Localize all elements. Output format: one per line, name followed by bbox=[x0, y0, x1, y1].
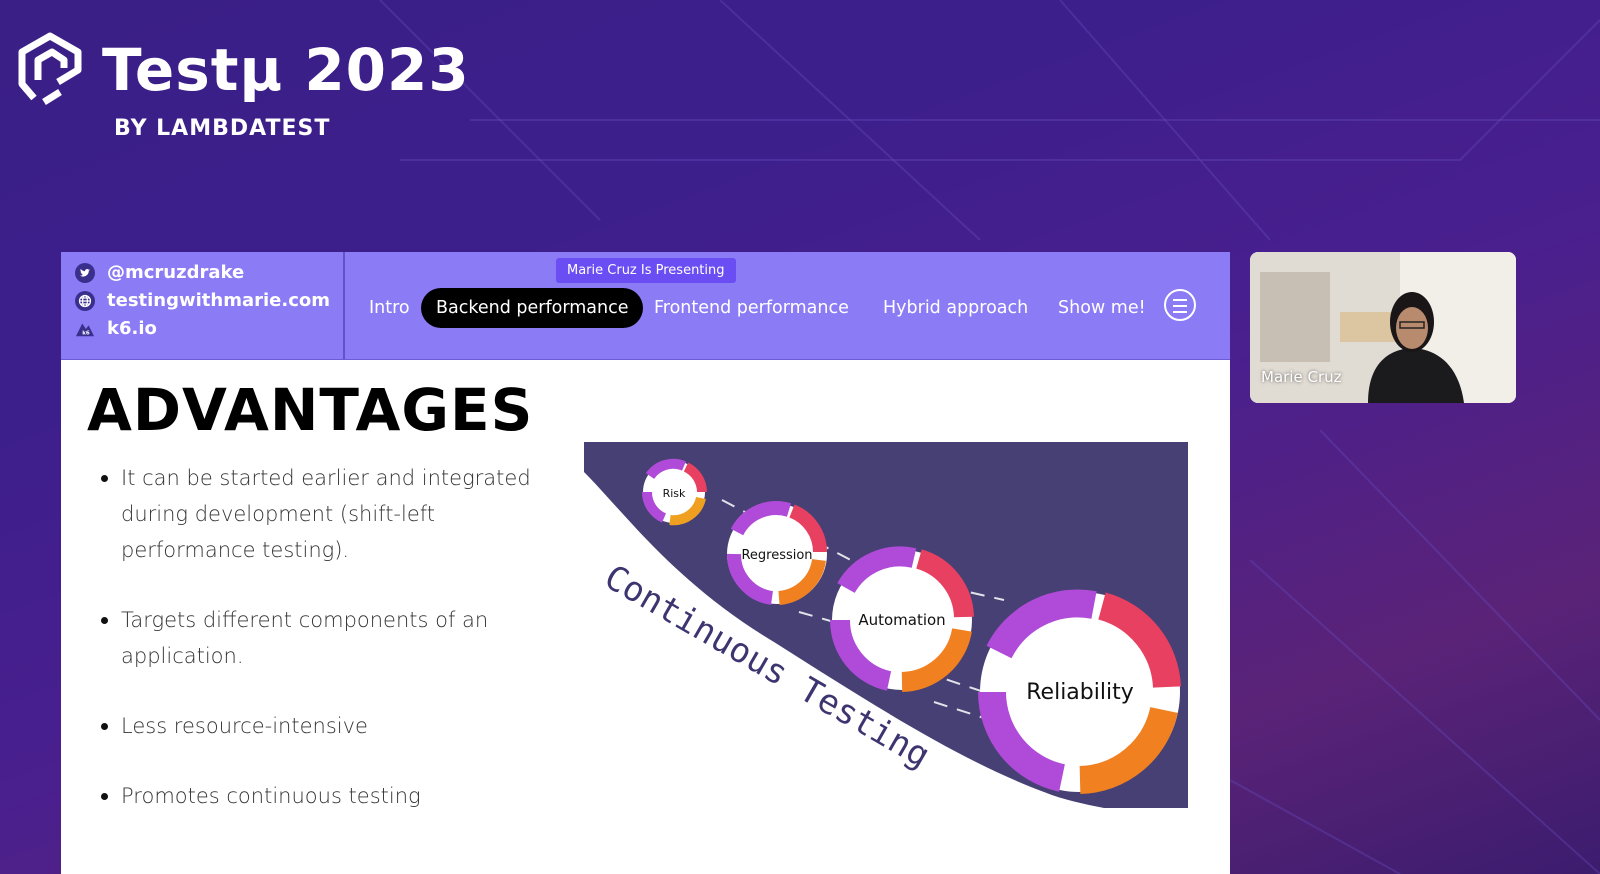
contact-twitter: @mcruzdrake bbox=[75, 262, 244, 283]
participant-video-tile[interactable]: Marie Cruz bbox=[1250, 252, 1516, 403]
contact-k6: k6 k6.io bbox=[75, 318, 157, 339]
k6-icon: k6 bbox=[75, 319, 95, 339]
nav-frontend-performance[interactable]: Frontend performance bbox=[654, 288, 849, 328]
twitter-icon bbox=[75, 262, 95, 283]
list-item: Promotes continuous testing bbox=[101, 778, 561, 814]
hamburger-menu-icon[interactable] bbox=[1164, 289, 1196, 321]
continuous-testing-illustration: Risk Regression Automation Reliability C… bbox=[584, 442, 1188, 808]
presenting-badge: Marie Cruz Is Presenting bbox=[556, 258, 736, 283]
list-item: It can be started earlier and integrated… bbox=[101, 460, 561, 568]
wheel-risk: Risk bbox=[641, 458, 707, 526]
event-title: Testμ 2023 bbox=[102, 36, 470, 104]
nav-intro[interactable]: Intro bbox=[369, 288, 410, 328]
testmu-logo: Testμ 2023 BY LAMBDATEST bbox=[16, 28, 469, 141]
participant-name: Marie Cruz bbox=[1261, 368, 1342, 386]
wheel-reliability: Reliability bbox=[978, 589, 1181, 794]
wheel-label: Risk bbox=[663, 487, 686, 500]
wheel-label: Regression bbox=[741, 548, 812, 563]
slide-nav: Intro Backend performance Frontend perfo… bbox=[361, 252, 1230, 359]
nav-hybrid-approach[interactable]: Hybrid approach bbox=[883, 288, 1028, 328]
advantages-list: It can be started earlier and integrated… bbox=[101, 460, 561, 814]
website-link[interactable]: testingwithmarie.com bbox=[107, 290, 330, 311]
k6-link[interactable]: k6.io bbox=[107, 318, 157, 339]
contact-panel: @mcruzdrake testingwithmarie.com k6 k6.i… bbox=[61, 252, 345, 359]
wheel-regression: Regression bbox=[726, 501, 827, 605]
list-item: Targets different components of an appli… bbox=[101, 602, 561, 674]
nav-backend-performance[interactable]: Backend performance bbox=[421, 288, 644, 328]
slide-heading: ADVANTAGES bbox=[87, 376, 534, 444]
nav-show-me[interactable]: Show me! bbox=[1058, 288, 1146, 328]
wheel-label: Reliability bbox=[1026, 680, 1134, 705]
contact-website: testingwithmarie.com bbox=[75, 290, 330, 311]
wheel-automation: Automation bbox=[829, 546, 974, 692]
list-item: Less resource-intensive bbox=[101, 708, 561, 744]
lambdatest-logo-icon bbox=[18, 32, 82, 105]
twitter-handle: @mcruzdrake bbox=[107, 262, 245, 283]
svg-text:k6: k6 bbox=[82, 330, 90, 336]
globe-icon bbox=[75, 290, 95, 311]
wheel-label: Automation bbox=[858, 611, 945, 629]
event-subtitle: BY LAMBDATEST bbox=[114, 116, 331, 141]
